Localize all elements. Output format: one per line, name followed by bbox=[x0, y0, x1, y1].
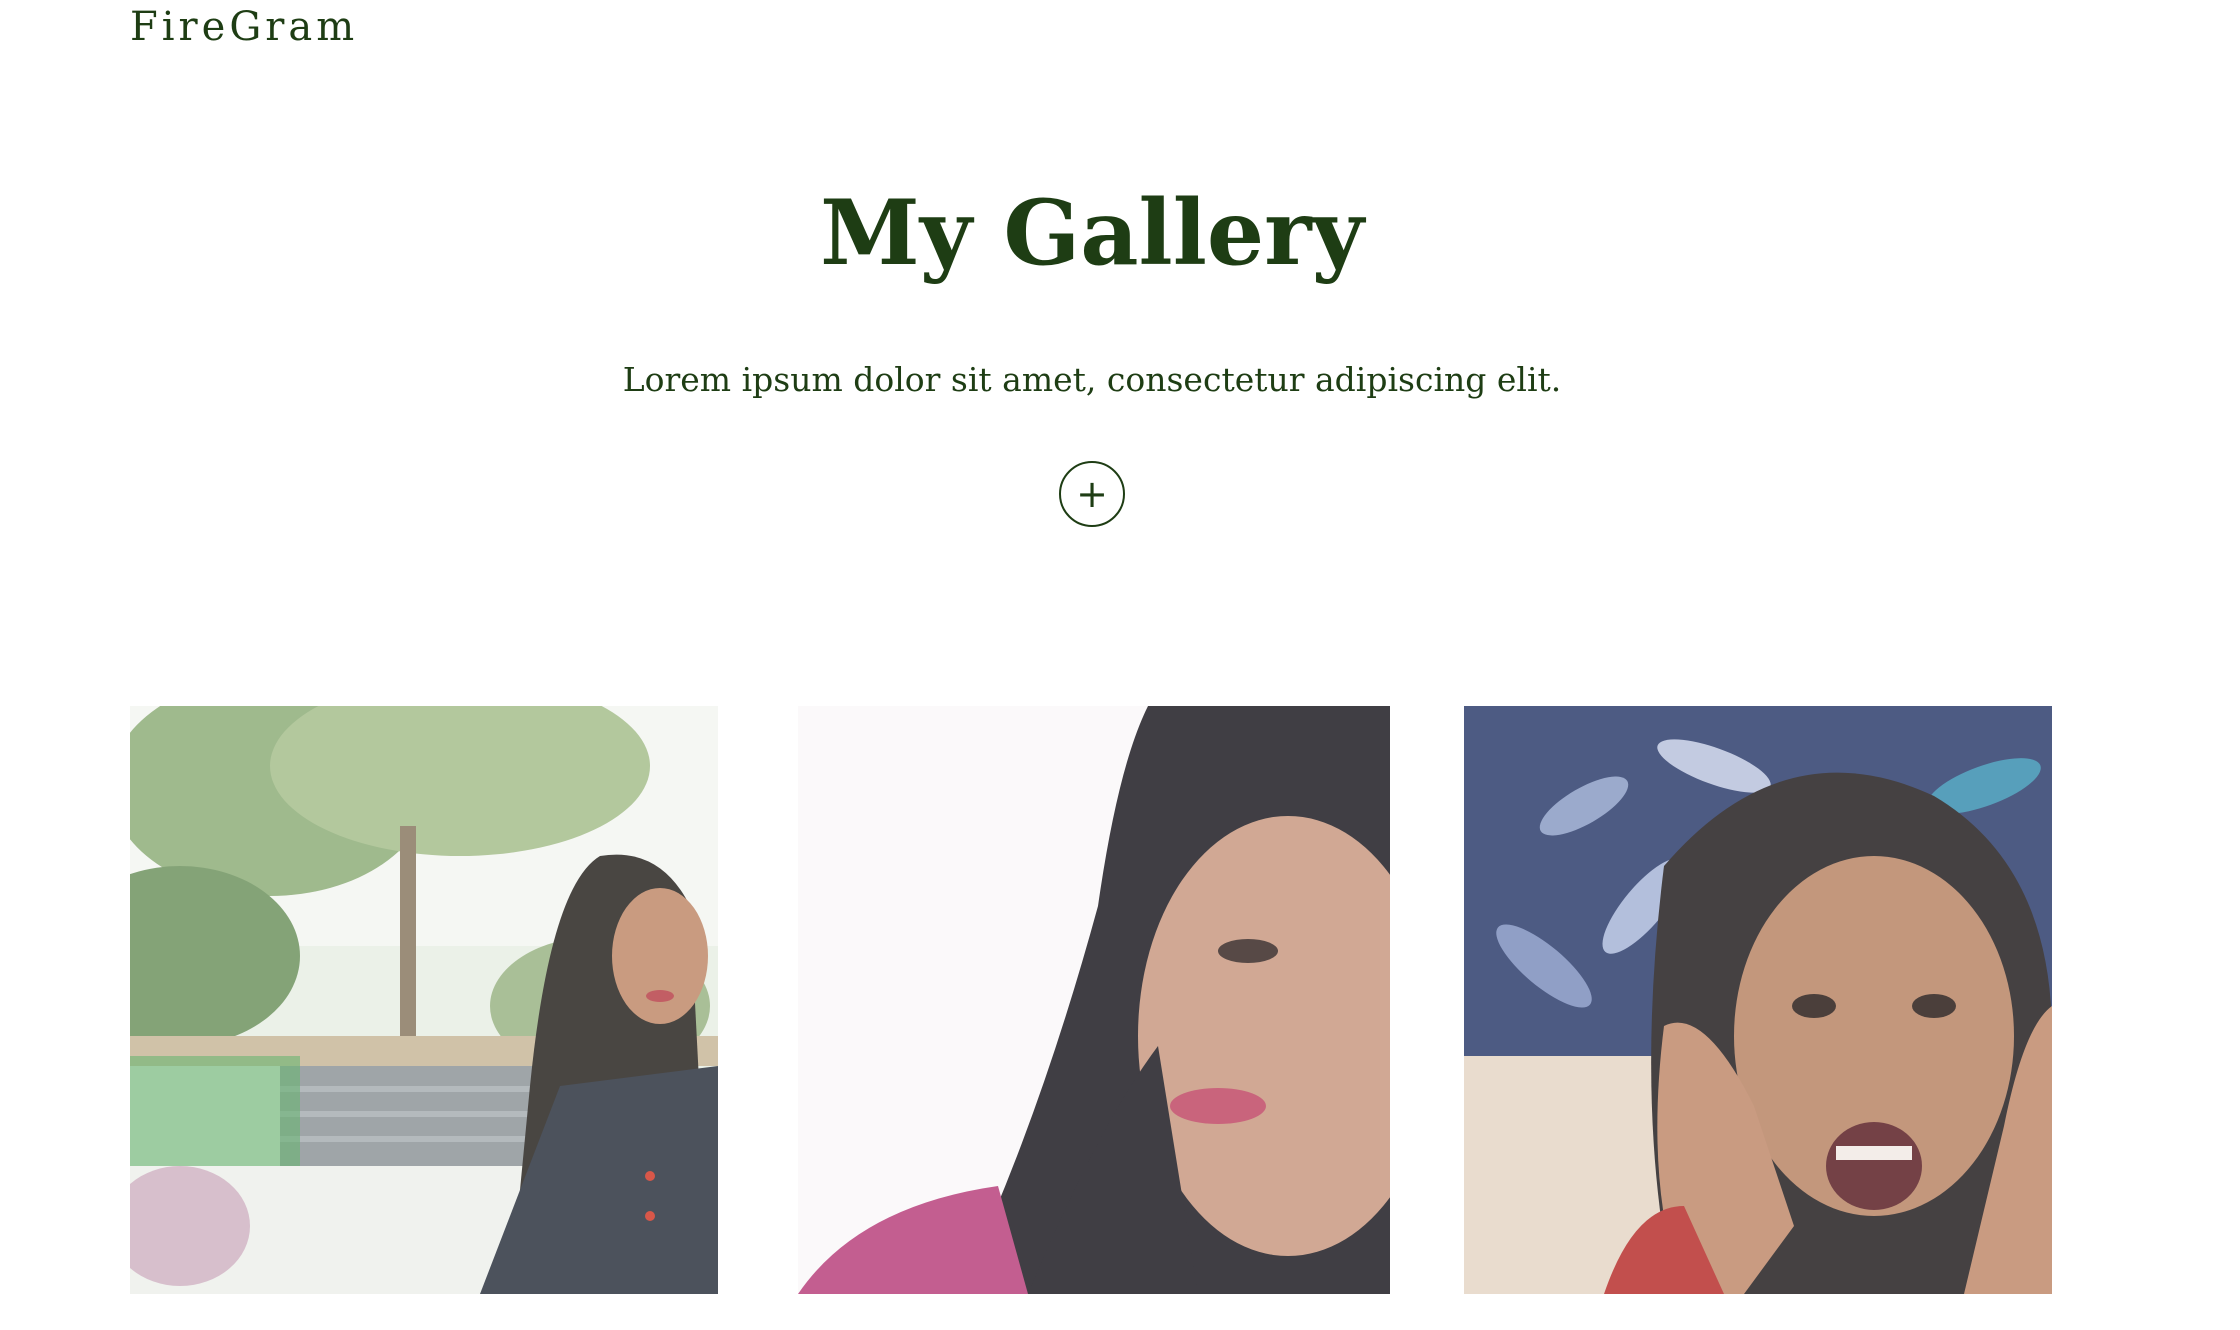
page: FireGram My Gallery Lorem ipsum dolor si… bbox=[0, 0, 2240, 1330]
photo-park bbox=[130, 706, 718, 1294]
photo-closeup bbox=[798, 706, 1390, 1294]
gallery-image-park[interactable] bbox=[130, 706, 718, 1294]
page-title: My Gallery bbox=[820, 180, 1364, 286]
photo-surprised bbox=[1464, 706, 2052, 1294]
page-subtitle: Lorem ipsum dolor sit amet, consectetur … bbox=[622, 360, 1562, 399]
upload-button[interactable]: + bbox=[1059, 461, 1125, 527]
gallery-image-closeup[interactable] bbox=[798, 706, 1390, 1294]
plus-icon: + bbox=[1076, 472, 1108, 516]
gallery-image-surprised[interactable] bbox=[1464, 706, 2052, 1294]
app-logo[interactable]: FireGram bbox=[130, 4, 358, 50]
